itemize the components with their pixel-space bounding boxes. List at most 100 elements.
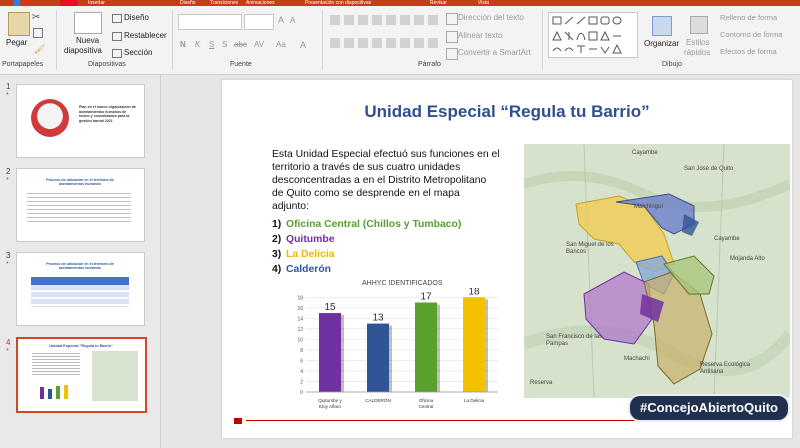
slide-thumbnail-4-selected[interactable]: Unidad Especial "Regula tu Barrio" [16,337,147,413]
font-color-icon[interactable]: A [300,40,306,50]
bold-button[interactable]: N [180,40,186,49]
char-spacing-button[interactable]: AV [254,40,264,49]
paragraph-group-label: Párrafo [418,61,441,68]
slide-2-text-block [27,193,131,225]
x-category-label: Central [419,404,434,409]
thumbnail-number: 2 [6,167,11,176]
bar-data-label: 18 [468,288,480,297]
italic-button[interactable]: K [195,40,200,49]
convert-smartart-button[interactable]: Convertir a SmartArt [458,48,531,57]
slide-3-table-body [31,285,129,307]
text-direction-button[interactable]: Dirección del texto [458,13,524,22]
y-tick-label: 12 [297,327,303,333]
section-button[interactable]: Sección [124,48,152,57]
shadow-button[interactable]: S [222,40,227,49]
slide-4-title: Unidad Especial "Regula tu Barrio" [49,344,113,348]
list-item-calderon: Calderón [286,264,332,275]
align-text-icon [446,31,458,43]
clipboard-group-label: Portapapeles [2,61,44,68]
slide-3-title: Proceso de ubicación en el territorio de… [46,262,114,271]
slide-title: Unidad Especial “Regula tu Barrio” [364,102,650,121]
bar-data-label: 15 [324,302,336,313]
slide-body-line: adjunto: [272,201,309,212]
cut-icon[interactable]: ✂ [32,12,40,23]
list-number: 1) [272,219,282,230]
bar-data-label: 17 [420,292,432,303]
new-slide-button[interactable]: Nueva [76,36,99,45]
bar-chart: AHHYC IDENTIFICADOS 0 2 4 6 8 10 12 14 16 18 15 Qui… [292,280,502,430]
font-name-field[interactable] [178,14,242,30]
shape-fill-button[interactable]: Relleno de forma [720,13,777,22]
hashtag-overlay: #ConcejoAbiertoQuito [628,394,790,422]
shape-effects-button[interactable]: Efectos de forma [720,47,777,56]
arrange-button[interactable]: Organizar [644,39,679,48]
slide-body-line: Esta Unidad Especial efectuó sus funcion… [272,149,500,160]
slide-canvas[interactable]: Unidad Especial “Regula tu Barrio” Esta … [222,80,792,438]
list-number: 4) [272,264,282,275]
align-text-button[interactable]: Alinear texto [458,31,502,40]
y-tick-label: 14 [297,316,303,322]
bar-1 [319,313,341,392]
slide-3-table-header [31,277,129,285]
slide-thumbnail-3[interactable]: Proceso de ubicación en el territorio de… [16,252,145,326]
list-buttons-row[interactable] [330,15,440,25]
quick-styles-button[interactable]: Estilos [686,38,710,47]
section-icon [112,49,122,58]
paste-button[interactable]: Pegar [6,38,27,47]
shapes-gallery[interactable] [548,12,638,58]
quick-styles-button-line2[interactable]: rápidos [684,48,710,57]
map-label-san-francisco: San Francisco de las Pampas [546,334,603,347]
copy-icon[interactable] [33,28,43,38]
bar-4 [463,297,485,392]
underline-button[interactable]: S [209,40,214,49]
font-size-field[interactable] [244,14,274,30]
map-label-machachi: Machachi [624,356,650,362]
bar-shadow [389,325,392,392]
slide-body-line: desconcentradas a en el Distrito Metropo… [272,175,487,186]
slide-thumbnail-2[interactable]: Proceso de ubicación en el territorio de… [16,168,145,242]
strikethrough-button[interactable]: abc [234,40,247,49]
thumbnail-transition-star: * [6,348,9,355]
slide-4-bar [56,386,60,399]
x-category-label: La Delicia [464,398,485,403]
thumbnail-number: 3 [6,251,11,260]
grow-font-icon[interactable]: A [278,15,284,25]
reset-button[interactable]: Restablecer [124,31,167,40]
quick-styles-icon [690,16,708,34]
footer-marker [234,418,242,424]
thumbnail-number: 4 [6,338,11,347]
bar-chart-svg: 0 2 4 6 8 10 12 14 16 18 15 Quitumbe yEloy Alfaro 13… [297,288,498,409]
paste-icon[interactable] [8,12,30,36]
list-number: 3) [272,249,282,260]
layout-button[interactable]: Diseño [124,13,149,22]
x-category-label: Eloy Alfaro [319,404,341,409]
y-tick-label: 10 [297,337,303,343]
y-tick-label: 2 [300,379,303,385]
slide-body-line: de Quito como se desprende en el mapa [272,188,460,199]
list-item-la-delicia: La Delicia [286,249,335,260]
slide-thumbnail-1[interactable]: Plan en el marco organización de asentam… [16,84,145,158]
text-direction-icon [446,13,458,25]
slide-4-bar [48,389,52,399]
new-slide-icon[interactable] [74,12,102,34]
new-slide-button-line2[interactable]: diapositiva [64,46,102,55]
change-case-button[interactable]: Aa [276,40,286,49]
x-category-label: CALDERÓN [365,397,391,403]
map-label-antisana: Reserva Ecológica Antisana [700,362,751,375]
slide-2-title: Proceso de ubicación en el territorio de… [46,178,114,187]
slide-1-photo [31,99,69,137]
thumbnail-transition-star: * [6,92,9,99]
ribbon: Pegar ✂ 🖌 Portapapeles Nueva diapositiva… [0,6,800,75]
chart-title: AHHYC IDENTIFICADOS [362,280,443,287]
bar-2 [367,323,389,392]
format-painter-icon[interactable]: 🖌 [34,44,45,55]
drawing-group-label: Dibujo [662,61,682,68]
y-tick-label: 0 [300,390,303,396]
reset-icon [112,32,122,41]
slide-4-map [92,351,138,401]
alignment-buttons-row[interactable] [330,38,440,48]
bar-shadow [485,299,488,392]
map-label-cayambe: Cayambe [632,150,658,156]
shrink-font-icon[interactable]: A [290,16,295,25]
shape-outline-button[interactable]: Contorno de forma [720,30,783,39]
